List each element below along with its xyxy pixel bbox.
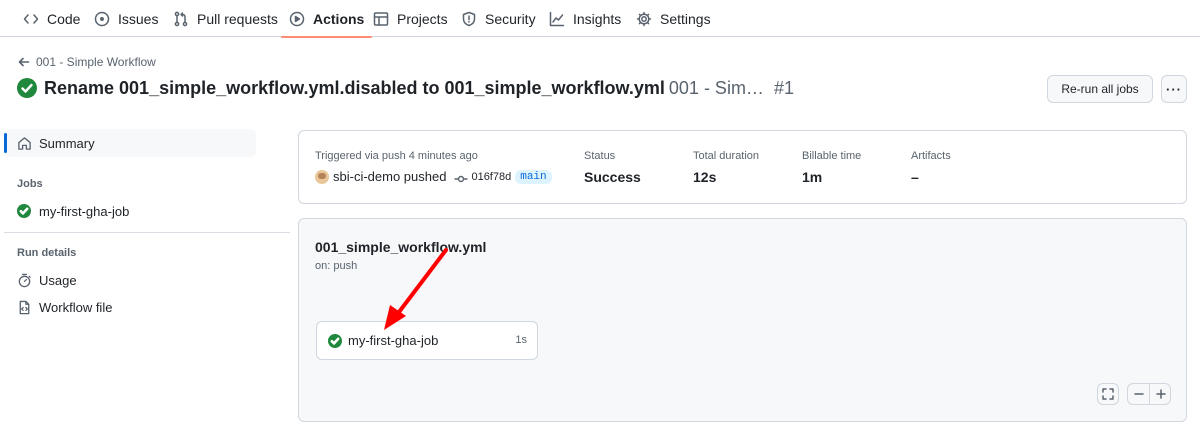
job-duration: 1s	[515, 334, 527, 346]
workflow-trigger: on: push	[315, 260, 358, 272]
graph-icon	[549, 11, 565, 26]
run-title: Rename 001_simple_workflow.yml.disabled …	[17, 76, 794, 100]
status-value: Success	[584, 169, 641, 185]
plus-icon	[1156, 389, 1166, 399]
arrow-left-icon	[18, 57, 30, 67]
run-number: #1	[773, 77, 794, 98]
commit-sha-link[interactable]: 016f78d	[471, 171, 511, 183]
more-options-button[interactable]: ···	[1161, 75, 1187, 103]
tab-label: Settings	[660, 10, 711, 27]
tab-security[interactable]: Security	[461, 0, 536, 37]
sidebar-item-usage[interactable]: Usage	[4, 266, 77, 294]
avatar	[315, 169, 329, 184]
tab-actions[interactable]: Actions	[281, 0, 373, 38]
sidebar-item-label: Workflow file	[39, 299, 113, 315]
run-title-text: Rename 001_simple_workflow.yml.disabled …	[44, 77, 665, 98]
issue-opened-icon	[94, 11, 110, 26]
billable-value: 1m	[802, 169, 823, 185]
repo-nav: Code Issues Pull requests Actions Projec…	[0, 0, 1200, 38]
trigger-text: Triggered via push 4 minutes ago	[315, 150, 478, 162]
git-pull-request-icon	[174, 11, 188, 26]
shield-icon	[462, 11, 476, 26]
actor-link[interactable]: sbi-ci-demo pushed	[333, 169, 446, 184]
artifacts-label: Artifacts	[911, 150, 951, 162]
billable-label: Billable time	[802, 150, 862, 162]
tab-projects[interactable]: Projects	[373, 0, 448, 37]
tab-code[interactable]: Code	[23, 0, 80, 37]
play-icon	[289, 11, 305, 26]
status-label: Status	[584, 150, 616, 162]
dash-icon	[1134, 393, 1144, 395]
workflow-file-name: 001_simple_workflow.yml	[315, 239, 487, 255]
sidebar-item-job[interactable]: my-first-gha-job	[4, 197, 129, 225]
rerun-all-jobs-button[interactable]: Re-run all jobs	[1047, 75, 1153, 103]
screen-full-icon	[1102, 388, 1114, 400]
branch-badge[interactable]: main	[515, 169, 552, 184]
tab-label: Projects	[397, 10, 448, 27]
sidebar-item-label: my-first-gha-job	[39, 203, 130, 219]
tab-label: Issues	[118, 10, 159, 27]
success-check-icon	[328, 333, 342, 348]
run-summary-panel: Triggered via push 4 minutes ago sbi-ci-…	[298, 130, 1187, 204]
back-link-label: 001 - Simple Workflow	[36, 55, 156, 69]
artifacts-value: –	[911, 169, 919, 185]
tab-label: Security	[485, 10, 536, 27]
zoom-controls	[1127, 383, 1171, 405]
tab-settings[interactable]: Settings	[636, 0, 711, 37]
git-commit-icon	[454, 172, 468, 182]
sidebar-divider	[4, 232, 290, 233]
tab-label: Pull requests	[197, 10, 278, 27]
run-details-heading: Run details	[17, 247, 77, 259]
workflow-graph-panel: 001_simple_workflow.yml on: push my-firs…	[298, 218, 1187, 422]
stopwatch-icon	[18, 273, 31, 287]
sidebar-item-label: Summary	[39, 135, 95, 151]
zoom-in-button[interactable]	[1150, 384, 1172, 404]
job-card[interactable]: my-first-gha-job 1s	[316, 321, 538, 360]
success-check-icon	[17, 204, 31, 218]
job-name: my-first-gha-job	[348, 333, 439, 348]
jobs-heading: Jobs	[17, 178, 43, 190]
active-indicator	[4, 133, 7, 153]
file-code-icon	[19, 300, 30, 314]
active-tab-underline	[281, 36, 373, 38]
table-icon	[373, 11, 389, 26]
fullscreen-button[interactable]	[1097, 383, 1119, 405]
tab-label: Code	[47, 10, 81, 27]
home-icon	[18, 136, 31, 150]
tab-pull-requests[interactable]: Pull requests	[173, 0, 278, 37]
tab-issues[interactable]: Issues	[94, 0, 158, 37]
tab-label: Actions	[313, 10, 365, 27]
sidebar-item-label: Usage	[39, 272, 77, 288]
trigger-details: sbi-ci-demo pushed 016f78d main	[315, 169, 552, 184]
tab-label: Insights	[573, 10, 622, 27]
code-icon	[23, 13, 39, 24]
duration-value: 12s	[693, 169, 717, 185]
back-to-workflow-link[interactable]: 001 - Simple Workflow	[18, 55, 156, 69]
success-check-icon	[17, 78, 37, 98]
sidebar-item-workflow-file[interactable]: Workflow file	[4, 293, 112, 321]
sidebar-item-summary[interactable]: Summary	[4, 129, 256, 157]
duration-label: Total duration	[693, 150, 760, 162]
workflow-name: 001 - Sim…	[668, 77, 764, 98]
gear-icon	[636, 11, 652, 26]
zoom-out-button[interactable]	[1128, 384, 1150, 404]
tab-insights[interactable]: Insights	[549, 0, 621, 37]
